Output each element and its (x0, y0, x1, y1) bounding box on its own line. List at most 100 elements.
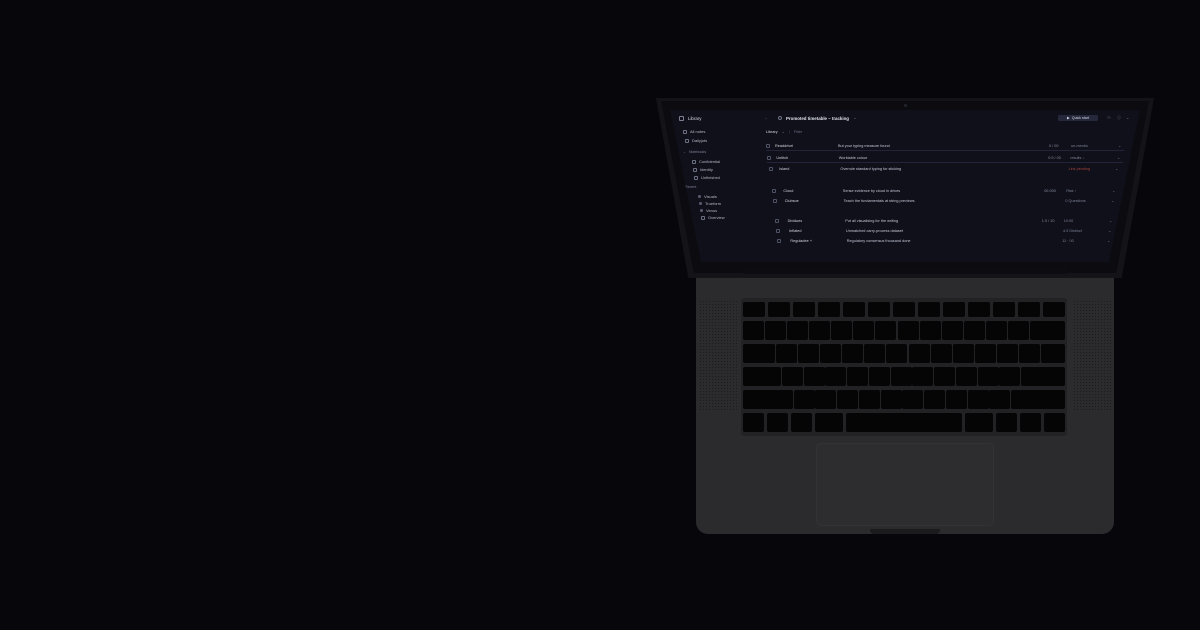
keyboard-key[interactable] (743, 344, 775, 363)
keyboard-key[interactable] (1011, 390, 1065, 409)
row-checkbox[interactable] (767, 155, 771, 160)
keyboard-key[interactable] (847, 367, 868, 386)
chevron-down-icon[interactable]: ⌄ (1109, 218, 1112, 223)
sidebar-item-trueform[interactable]: Trueform (699, 201, 721, 206)
note-row[interactable]: Dividues Put all visualising for the writ… (775, 216, 1117, 225)
sidebar-header[interactable]: Library (679, 116, 701, 121)
keyboard-key[interactable] (919, 321, 941, 340)
keyboard-key[interactable] (963, 321, 985, 340)
keyboard-key[interactable] (993, 302, 1015, 317)
keyboard-key[interactable] (1021, 367, 1065, 386)
keyboard-key[interactable] (1018, 344, 1040, 363)
more-icon[interactable]: ⌄ (1126, 115, 1129, 120)
keyboard-key[interactable] (853, 321, 875, 340)
keyboard-key[interactable] (897, 321, 919, 340)
keyboard-key[interactable] (791, 413, 812, 432)
keyboard-key[interactable] (924, 390, 946, 409)
keyboard-key[interactable] (974, 344, 996, 363)
keyboard-key[interactable] (955, 367, 977, 386)
keyboard-key[interactable] (846, 413, 962, 432)
note-row[interactable]: Island Overrule standard typing for stick… (769, 164, 1123, 173)
keyboard-key[interactable] (768, 302, 790, 317)
row-checkbox[interactable] (773, 198, 777, 203)
sidebar-item-identity[interactable]: Identity (693, 167, 713, 172)
keyboard-key[interactable] (803, 367, 825, 386)
keyboard-key[interactable] (934, 367, 955, 386)
breadcrumb[interactable]: Promoted timetable – tracking ⌄ (778, 115, 857, 121)
keyboard-key[interactable] (996, 413, 1017, 432)
note-row[interactable]: Readdrivel But your typing measure found 0… (766, 141, 1126, 150)
keyboard-key[interactable] (902, 390, 924, 409)
sidebar-item-confidential[interactable]: Confidential (692, 159, 720, 164)
keyboard-key[interactable] (837, 390, 859, 409)
row-checkbox[interactable] (769, 166, 773, 171)
keyboard-key[interactable] (843, 302, 865, 317)
keyboard-key[interactable] (787, 321, 809, 340)
sidebar-group-notebooks[interactable]: ⌄ Notebooks (683, 150, 706, 154)
quick-start-button[interactable]: ▶ Quick start (1058, 115, 1098, 121)
chevron-down-icon[interactable]: ⌄ (1118, 143, 1121, 148)
keyboard-key[interactable] (809, 321, 831, 340)
keyboard-key[interactable] (943, 302, 965, 317)
keyboard-key[interactable] (825, 367, 847, 386)
keyboard-key[interactable] (864, 344, 886, 363)
keyboard-key[interactable] (815, 390, 837, 409)
keyboard-key[interactable] (952, 344, 974, 363)
back-arrow-icon[interactable]: ← (764, 115, 768, 120)
keyboard-key[interactable] (858, 390, 880, 409)
keyboard-key[interactable] (831, 321, 853, 340)
keyboard-key[interactable] (880, 390, 902, 409)
keyboard-key[interactable] (908, 344, 930, 363)
note-row[interactable]: Inflated Unmatched carry-process dataset 4… (776, 226, 1116, 235)
keyboard-key[interactable] (767, 413, 788, 432)
keyboard-key[interactable] (875, 321, 897, 340)
sidebar-item-all-notes[interactable]: All notes (683, 129, 705, 134)
keyboard-key[interactable] (815, 413, 843, 432)
keyboard-key[interactable] (941, 321, 963, 340)
keyboard-key[interactable] (890, 367, 912, 386)
keyboard-key[interactable] (893, 302, 915, 317)
trackpad[interactable] (816, 443, 994, 526)
filter-label[interactable]: Library (766, 130, 778, 134)
keyboard-key[interactable] (781, 367, 803, 386)
keyboard-key[interactable] (968, 302, 990, 317)
keyboard-key[interactable] (868, 302, 890, 317)
row-checkbox[interactable] (776, 228, 780, 233)
sidebar-item-dailyjots[interactable]: Dailyjots (685, 138, 707, 143)
keyboard-key[interactable] (743, 302, 765, 317)
note-row[interactable]: Untitch Worktable colour 0.9 / 00 results ↓… (767, 153, 1125, 162)
filter-secondary[interactable]: Filter (794, 130, 802, 134)
keyboard-key[interactable] (1041, 344, 1065, 363)
chevron-down-icon[interactable]: ⌄ (1111, 198, 1114, 203)
keyboard-key[interactable] (985, 321, 1007, 340)
keyboard-key[interactable] (989, 390, 1011, 409)
keyboard-key[interactable] (818, 302, 840, 317)
keyboard-key[interactable] (765, 321, 787, 340)
row-checkbox[interactable] (766, 143, 770, 148)
note-row[interactable]: Cloud Sense evidence by cloud in drives 00… (772, 186, 1120, 195)
keyboard-key[interactable] (793, 390, 815, 409)
note-row[interactable]: Clubsoe Teach the fundamentals at string … (773, 196, 1119, 205)
keyboard-key[interactable] (1007, 321, 1029, 340)
keyboard-key[interactable] (820, 344, 842, 363)
keyboard-key[interactable] (977, 367, 999, 386)
keyboard-key[interactable] (868, 367, 890, 386)
keyboard-key[interactable] (743, 390, 793, 409)
sidebar-item-visuals[interactable]: Visuals (698, 194, 717, 199)
keyboard-key[interactable] (918, 302, 940, 317)
keyboard-key[interactable] (886, 344, 908, 363)
keyboard-key[interactable] (945, 390, 967, 409)
keyboard-key[interactable] (776, 344, 798, 363)
sidebar-item-venus[interactable]: Venus (700, 208, 717, 213)
sidebar-item-overview[interactable]: Overview (701, 215, 725, 220)
info-icon[interactable]: ⓘ (1117, 115, 1121, 121)
keyboard-key[interactable] (912, 367, 934, 386)
chevron-down-icon[interactable]: ⌄ (782, 129, 785, 134)
keyboard-key[interactable] (793, 302, 815, 317)
chevron-down-icon[interactable]: ⌄ (1108, 228, 1111, 233)
keyboard-key[interactable] (999, 367, 1021, 386)
row-checkbox[interactable] (772, 188, 776, 193)
keyboard-key[interactable] (965, 413, 993, 432)
keyboard-key[interactable] (967, 390, 989, 409)
chevron-down-icon[interactable]: ⌄ (1115, 166, 1118, 171)
